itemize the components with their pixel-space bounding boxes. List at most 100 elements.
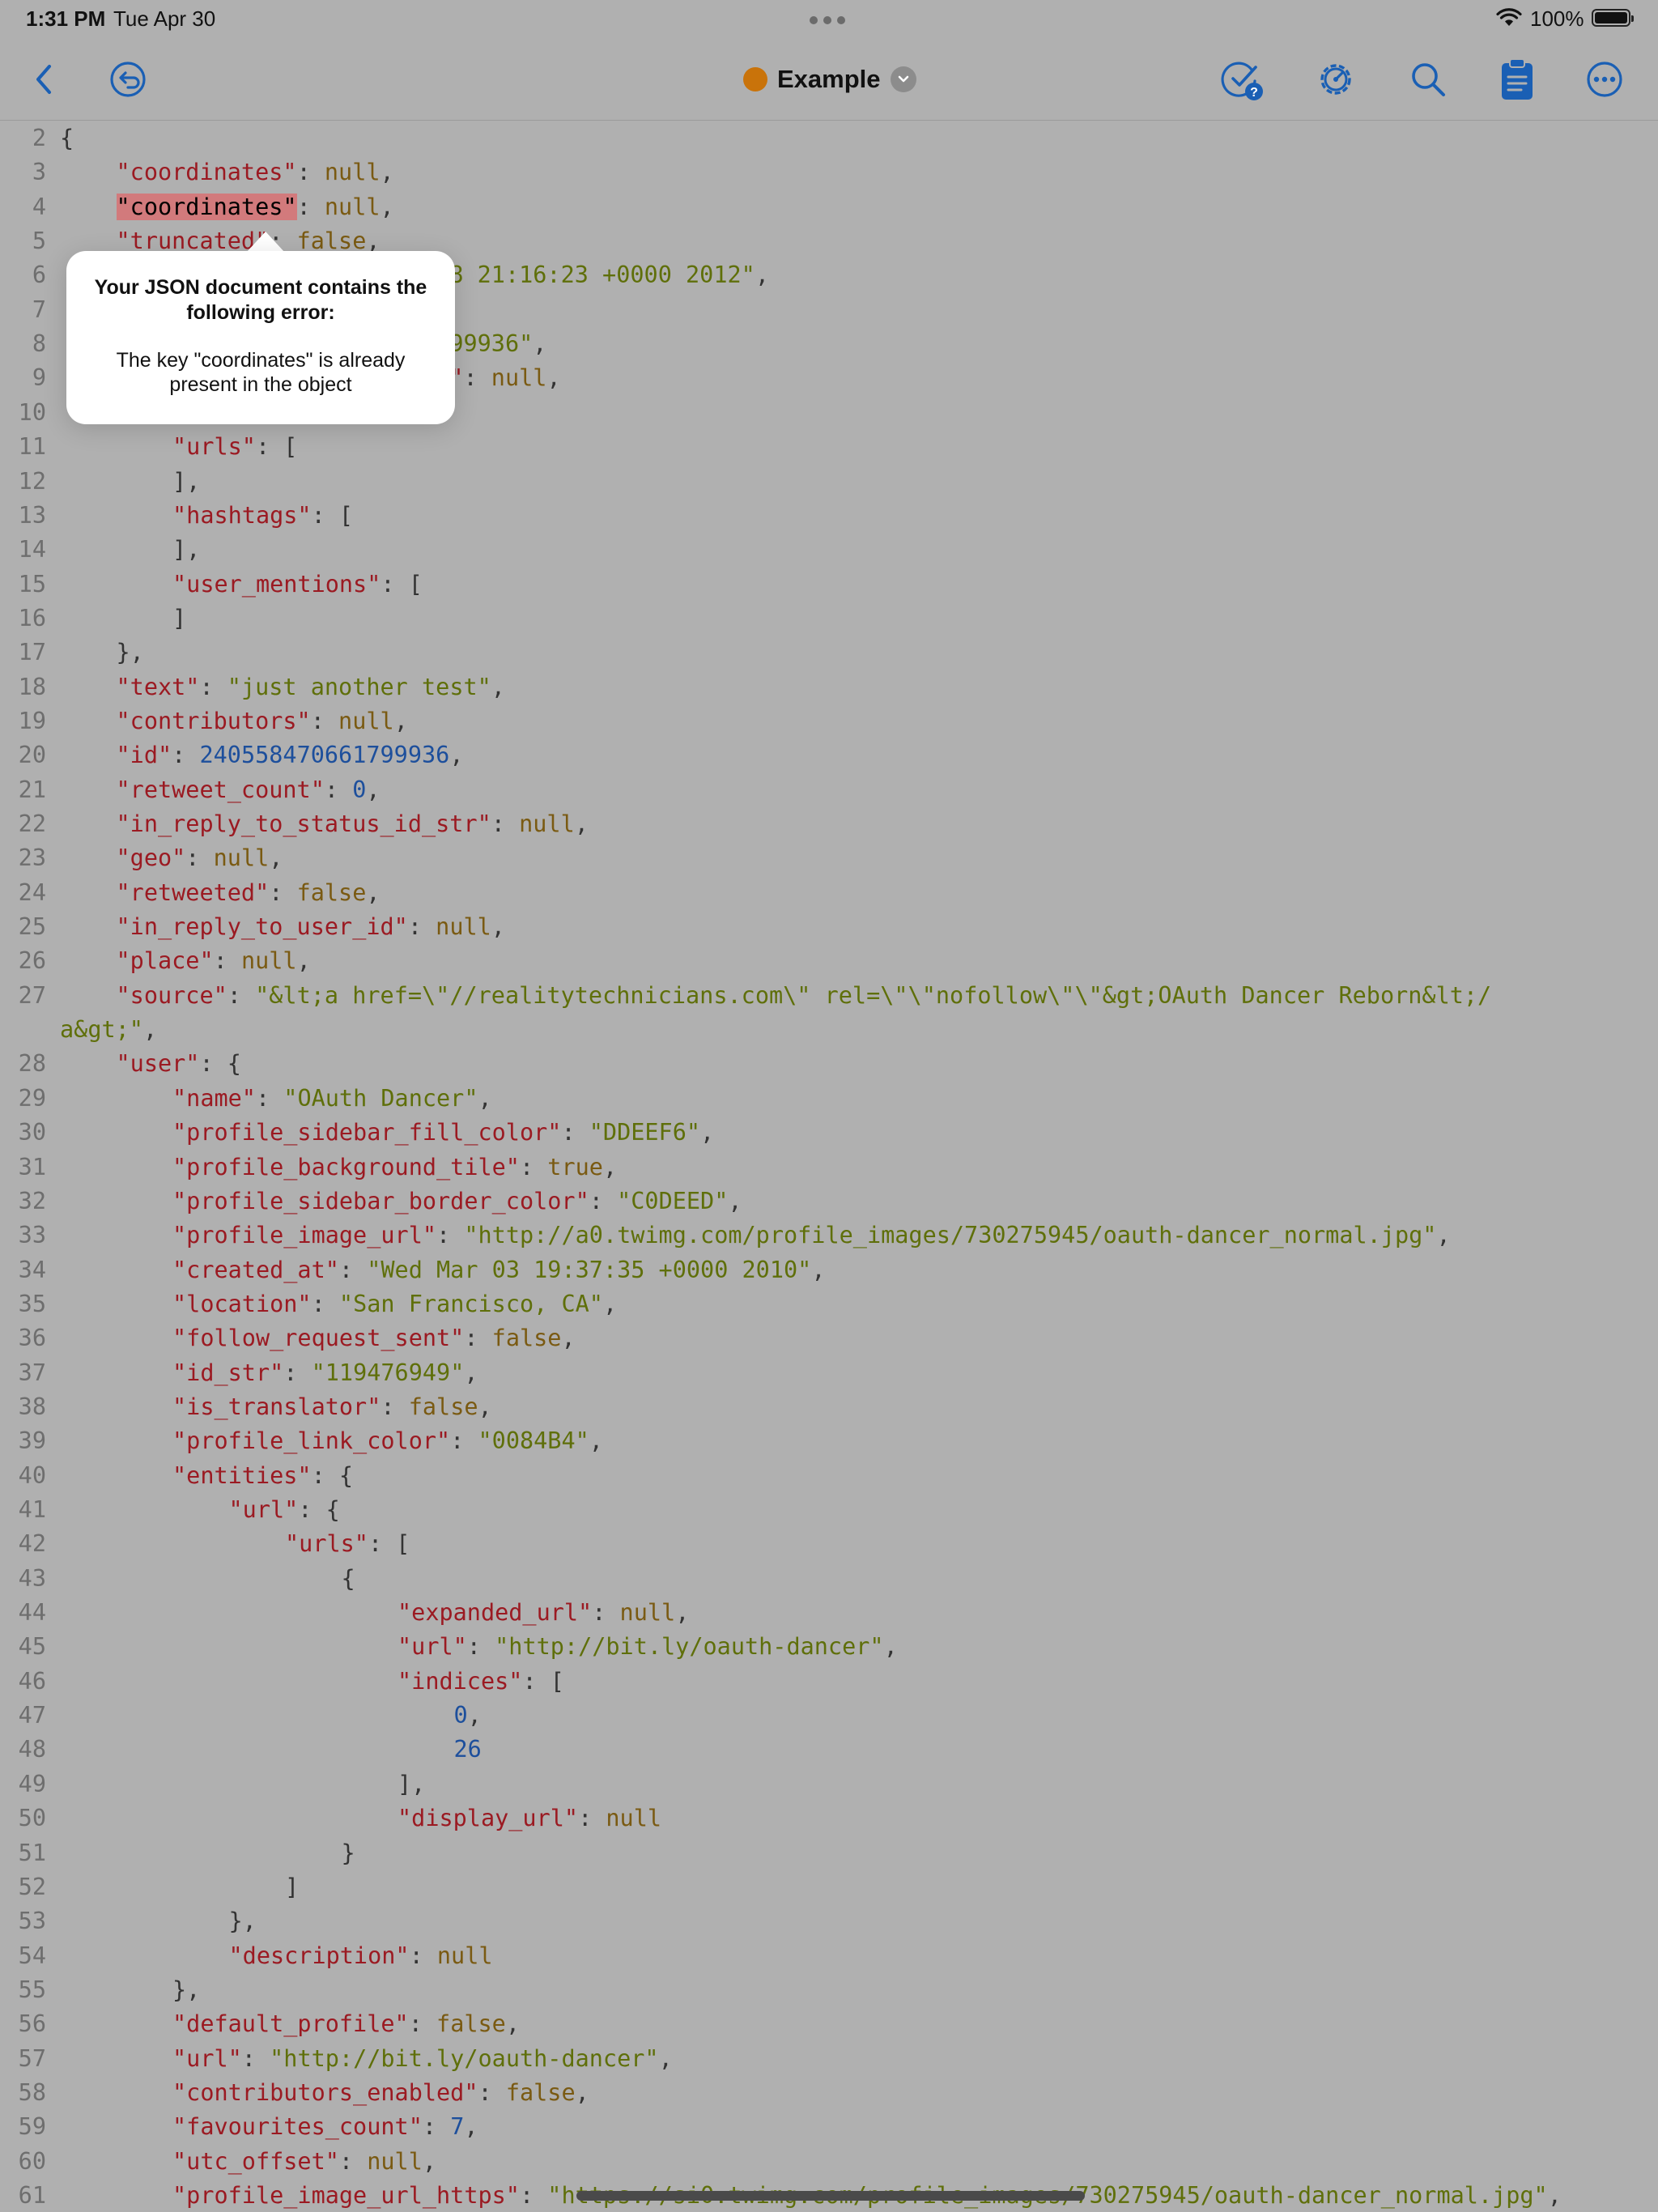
code-line[interactable]: 25 "in_reply_to_user_id": null, bbox=[0, 913, 1658, 947]
code-line[interactable]: 45 "url": "http://bit.ly/oauth-dancer", bbox=[0, 1633, 1658, 1667]
code-line[interactable]: 37 "id_str": "119476949", bbox=[0, 1359, 1658, 1393]
back-button[interactable] bbox=[21, 57, 66, 102]
more-button[interactable] bbox=[1582, 57, 1627, 102]
code-line[interactable]: 52] bbox=[0, 1874, 1658, 1908]
search-button[interactable] bbox=[1405, 57, 1451, 102]
code-line[interactable]: 55}, bbox=[0, 1976, 1658, 2010]
code-line[interactable]: 4 "coordinates": null, bbox=[0, 193, 1658, 228]
code-line[interactable]: 20 "id": 240558470661799936, bbox=[0, 742, 1658, 776]
code-line[interactable]: 38 "is_translator": false, bbox=[0, 1393, 1658, 1427]
code-line[interactable]: 51} bbox=[0, 1840, 1658, 1874]
code-text: "utc_offset": null, bbox=[172, 2148, 436, 2175]
code-line[interactable]: 53}, bbox=[0, 1908, 1658, 1942]
code-line[interactable]: 22 "in_reply_to_status_id_str": null, bbox=[0, 810, 1658, 844]
code-line[interactable]: 32 "profile_sidebar_border_color": "C0DEE… bbox=[0, 1188, 1658, 1222]
code-token: : bbox=[255, 1084, 284, 1112]
code-token: { bbox=[341, 1564, 355, 1592]
code-line[interactable]: 27 "source": "&lt;a href=\"//realitytechn… bbox=[0, 982, 1658, 1016]
json-code-editor[interactable]: 2{3 "coordinates": null, 4 "coordinates": n… bbox=[0, 121, 1658, 2212]
code-line[interactable]: 39 "profile_link_color": "0084B4", bbox=[0, 1427, 1658, 1461]
undo-icon bbox=[110, 62, 146, 97]
line-number: 23 bbox=[18, 844, 46, 872]
code-token: null bbox=[606, 1805, 662, 1832]
code-line[interactable]: 17}, bbox=[0, 639, 1658, 673]
document-title: Example bbox=[777, 65, 881, 93]
code-line[interactable]: 11 "urls": [ bbox=[0, 433, 1658, 467]
line-number: 47 bbox=[18, 1702, 46, 1729]
code-line[interactable]: 49], bbox=[0, 1771, 1658, 1805]
code-token: : bbox=[409, 1942, 437, 1969]
code-line[interactable]: 14], bbox=[0, 536, 1658, 570]
code-token: , bbox=[380, 159, 394, 186]
code-line[interactable]: 19 "contributors": null, bbox=[0, 708, 1658, 742]
code-line[interactable]: 47 0, bbox=[0, 1702, 1658, 1736]
clipboard-button[interactable] bbox=[1494, 57, 1540, 102]
code-line[interactable]: 60 "utc_offset": null, bbox=[0, 2148, 1658, 2182]
code-token: , bbox=[296, 947, 311, 975]
code-line[interactable]: 54 "description": null bbox=[0, 1942, 1658, 1976]
line-number: 26 bbox=[18, 947, 46, 975]
code-line[interactable]: 23 "geo": null, bbox=[0, 844, 1658, 878]
code-text: 26 bbox=[454, 1736, 482, 1763]
code-token: , bbox=[142, 1016, 158, 1044]
code-line[interactable]: 15 "user_mentions": [ bbox=[0, 571, 1658, 605]
clipboard-icon bbox=[1502, 58, 1533, 100]
code-line[interactable]: 34 "created_at": "Wed Mar 03 19:37:35 +00… bbox=[0, 1257, 1658, 1291]
code-line[interactable]: 50 "display_url": null bbox=[0, 1805, 1658, 1839]
code-line[interactable]: 18 "text": "just another test", bbox=[0, 674, 1658, 708]
code-line[interactable]: 43 { bbox=[0, 1565, 1658, 1599]
code-line[interactable]: 31 "profile_background_tile": true, bbox=[0, 1154, 1658, 1188]
line-number: 49 bbox=[18, 1770, 46, 1797]
code-token: : { bbox=[311, 1461, 354, 1489]
code-line[interactable]: 12], bbox=[0, 468, 1658, 502]
code-token: : bbox=[466, 1633, 495, 1661]
line-number: 48 bbox=[18, 1736, 46, 1763]
code-line[interactable]: 35 "location": "San Francisco, CA", bbox=[0, 1291, 1658, 1325]
validate-button[interactable]: ? bbox=[1219, 57, 1265, 102]
code-token: "favourites_count" bbox=[172, 2113, 423, 2141]
code-token: , bbox=[658, 2044, 673, 2072]
code-line[interactable]: 13 "hashtags": [ bbox=[0, 502, 1658, 536]
multitasking-dots-icon[interactable] bbox=[810, 16, 845, 24]
home-indicator[interactable] bbox=[576, 2191, 1085, 2201]
code-token: "OAuth Dancer" bbox=[283, 1084, 478, 1112]
code-line[interactable]: 24 "retweeted": false, bbox=[0, 879, 1658, 913]
code-line[interactable]: 2{ bbox=[0, 125, 1658, 159]
code-line[interactable]: 28 "user": { bbox=[0, 1050, 1658, 1084]
code-line[interactable]: 26 "place": null, bbox=[0, 947, 1658, 981]
code-text: { bbox=[60, 125, 74, 151]
code-line[interactable]: 46 "indices": [ bbox=[0, 1668, 1658, 1702]
code-line[interactable]: 59 "favourites_count": 7, bbox=[0, 2113, 1658, 2147]
code-token: "profile_image_url" bbox=[172, 1222, 437, 1249]
code-line[interactable]: 57 "url": "http://bit.ly/oauth-dancer", bbox=[0, 2045, 1658, 2079]
code-line[interactable]: 36 "follow_request_sent": false, bbox=[0, 1325, 1658, 1359]
code-line[interactable]: 58 "contributors_enabled": false, bbox=[0, 2079, 1658, 2113]
code-line[interactable]: 41 "url": { bbox=[0, 1496, 1658, 1530]
chevron-down-icon[interactable] bbox=[890, 66, 916, 92]
code-line[interactable]: 29 "name": "OAuth Dancer", bbox=[0, 1085, 1658, 1119]
undo-button[interactable] bbox=[105, 57, 151, 102]
code-token: , bbox=[380, 193, 394, 220]
code-text: ], bbox=[172, 536, 200, 563]
document-title-menu[interactable]: Example bbox=[743, 62, 916, 97]
code-token: : bbox=[491, 810, 520, 837]
code-line[interactable]: 21 "retweet_count": 0, bbox=[0, 776, 1658, 810]
code-line[interactable]: 40 "entities": { bbox=[0, 1462, 1658, 1496]
status-bar: 1:31 PM Tue Apr 30 100% bbox=[0, 0, 1658, 37]
code-text: "profile_sidebar_border_color": "C0DEED"… bbox=[172, 1188, 742, 1214]
code-token: false bbox=[408, 1393, 478, 1420]
code-token: null bbox=[338, 707, 394, 734]
code-line[interactable]: 16] bbox=[0, 605, 1658, 639]
code-line[interactable]: 3 "coordinates": null, bbox=[0, 159, 1658, 193]
code-line[interactable]: a&gt;", bbox=[0, 1016, 1658, 1050]
code-line[interactable]: 33 "profile_image_url": "http://a0.twimg.… bbox=[0, 1222, 1658, 1256]
code-line[interactable]: 42 "urls": [ bbox=[0, 1530, 1658, 1564]
code-token: "url" bbox=[228, 1496, 299, 1523]
code-line[interactable]: 56 "default_profile": false, bbox=[0, 2010, 1658, 2044]
code-line[interactable]: 30 "profile_sidebar_fill_color": "DDEEF6"… bbox=[0, 1119, 1658, 1153]
line-number: 18 bbox=[18, 673, 46, 700]
code-line[interactable]: 44 "expanded_url": null, bbox=[0, 1599, 1658, 1633]
line-number: 53 bbox=[18, 1908, 46, 1935]
settings-button[interactable] bbox=[1313, 57, 1358, 102]
code-line[interactable]: 48 26 bbox=[0, 1736, 1658, 1770]
